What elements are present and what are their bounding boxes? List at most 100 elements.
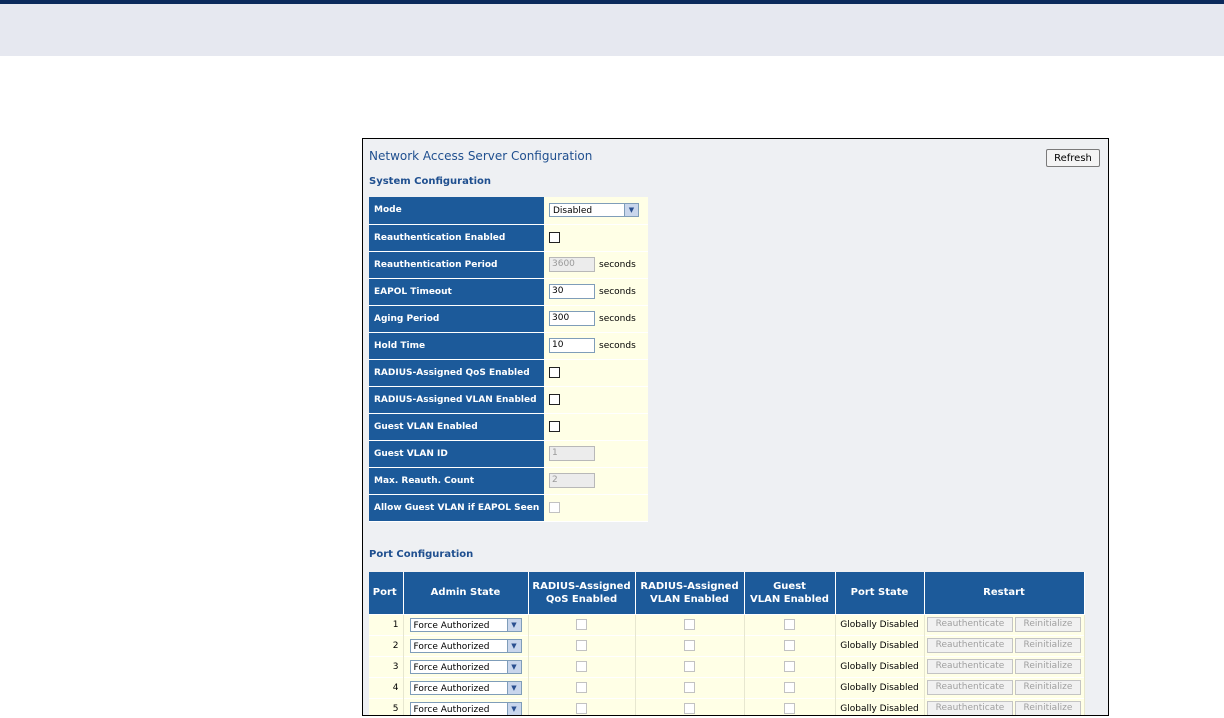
port-state: Globally Disabled (835, 655, 925, 677)
reauthenticate-button[interactable]: Reauthenticate (927, 638, 1013, 653)
reauth-enabled-label: Reauthentication Enabled (369, 224, 544, 252)
reinitialize-button[interactable]: Reinitialize (1015, 701, 1081, 715)
row-guest-vlan-id: Guest VLAN ID 1 (369, 440, 648, 468)
port-radius-qos-checkbox[interactable] (576, 703, 587, 715)
system-section-title: System Configuration (369, 176, 492, 187)
mode-label: Mode (369, 197, 544, 225)
hold-time-label: Hold Time (369, 332, 544, 360)
reauth-period-input[interactable]: 3600 (549, 257, 595, 272)
system-config-table: Mode Disabled ▼ Reauthentication Enabled … (369, 197, 648, 522)
col-radius-vlan: RADIUS-Assigned VLAN Enabled (635, 572, 745, 614)
header-band (0, 4, 1224, 56)
mode-select[interactable]: Disabled ▼ (549, 203, 639, 218)
port-number: 2 (369, 634, 404, 656)
reinitialize-button[interactable]: Reinitialize (1015, 638, 1081, 653)
port-radius-qos-checkbox[interactable] (576, 619, 587, 630)
guest-vlan-id-label: Guest VLAN ID (369, 440, 544, 468)
row-reauth-enabled: Reauthentication Enabled (369, 224, 648, 252)
port-state: Globally Disabled (835, 676, 925, 698)
admin-state-select[interactable]: Force Authorized ▼ (409, 617, 522, 632)
port-number: 1 (369, 613, 404, 635)
port-radius-vlan-checkbox[interactable] (684, 619, 695, 630)
port-number: 4 (369, 676, 404, 698)
chevron-down-icon: ▼ (506, 681, 521, 694)
allow-guest-checkbox[interactable] (549, 502, 560, 513)
port-radius-vlan-checkbox[interactable] (684, 640, 695, 651)
radius-vlan-checkbox[interactable] (549, 394, 560, 405)
col-port: Port (369, 572, 404, 614)
chevron-down-icon: ▼ (506, 618, 521, 631)
port-config-table: Port Admin State RADIUS-Assigned QoS Enab… (369, 572, 1085, 715)
row-guest-vlan-enabled: Guest VLAN Enabled (369, 413, 648, 441)
reauthenticate-button[interactable]: Reauthenticate (927, 680, 1013, 695)
port-state: Globally Disabled (835, 634, 925, 656)
guest-vlan-enabled-checkbox[interactable] (549, 421, 560, 432)
aging-period-label: Aging Period (369, 305, 544, 333)
col-guest-vlan: Guest VLAN Enabled (744, 572, 836, 614)
chevron-down-icon: ▼ (506, 702, 521, 715)
port-header-row: Port Admin State RADIUS-Assigned QoS Enab… (369, 572, 1085, 614)
port-number: 5 (369, 697, 404, 715)
admin-state-select[interactable]: Force Authorized ▼ (409, 638, 522, 653)
refresh-button[interactable]: Refresh (1046, 149, 1100, 167)
col-restart: Restart (924, 572, 1085, 614)
eapol-timeout-unit: seconds (599, 287, 636, 297)
port-guest-vlan-checkbox[interactable] (784, 703, 795, 715)
reinitialize-button[interactable]: Reinitialize (1015, 680, 1081, 695)
port-state: Globally Disabled (835, 697, 925, 715)
port-guest-vlan-checkbox[interactable] (784, 640, 795, 651)
reinitialize-button[interactable]: Reinitialize (1015, 659, 1081, 674)
row-eapol-timeout: EAPOL Timeout 30 seconds (369, 278, 648, 306)
chevron-down-icon: ▼ (506, 660, 521, 673)
col-port-state: Port State (835, 572, 925, 614)
row-allow-guest: Allow Guest VLAN if EAPOL Seen (369, 494, 648, 522)
reauthenticate-button[interactable]: Reauthenticate (927, 659, 1013, 674)
reauthenticate-button[interactable]: Reauthenticate (927, 617, 1013, 632)
row-reauth-period: Reauthentication Period 3600 seconds (369, 251, 648, 279)
hold-time-unit: seconds (599, 341, 636, 351)
chevron-down-icon: ▼ (506, 639, 521, 652)
chevron-down-icon: ▼ (624, 204, 638, 217)
aging-period-unit: seconds (599, 314, 636, 324)
reauth-enabled-checkbox[interactable] (549, 232, 560, 243)
reauthenticate-button[interactable]: Reauthenticate (927, 701, 1013, 715)
guest-vlan-id-input[interactable]: 1 (549, 446, 595, 461)
radius-qos-checkbox[interactable] (549, 367, 560, 378)
reinitialize-button[interactable]: Reinitialize (1015, 617, 1081, 632)
table-row: 5 Force Authorized ▼ Globally Disabled Re… (369, 697, 1085, 715)
radius-vlan-label: RADIUS-Assigned VLAN Enabled (369, 386, 544, 414)
row-mode: Mode Disabled ▼ (369, 197, 648, 225)
reauth-period-label: Reauthentication Period (369, 251, 544, 279)
eapol-timeout-input[interactable]: 30 (549, 284, 595, 299)
admin-state-select[interactable]: Force Authorized ▼ (409, 701, 522, 715)
port-radius-qos-checkbox[interactable] (576, 640, 587, 651)
admin-state-select[interactable]: Force Authorized ▼ (409, 680, 522, 695)
port-radius-vlan-checkbox[interactable] (684, 703, 695, 715)
port-guest-vlan-checkbox[interactable] (784, 661, 795, 672)
reauth-period-unit: seconds (599, 260, 636, 270)
port-state: Globally Disabled (835, 613, 925, 635)
port-radius-qos-checkbox[interactable] (576, 682, 587, 693)
port-number: 3 (369, 655, 404, 677)
col-admin-state: Admin State (403, 572, 529, 614)
row-hold-time: Hold Time 10 seconds (369, 332, 648, 360)
radius-qos-label: RADIUS-Assigned QoS Enabled (369, 359, 544, 387)
row-radius-vlan: RADIUS-Assigned VLAN Enabled (369, 386, 648, 414)
hold-time-input[interactable]: 10 (549, 338, 595, 353)
table-row: 1 Force Authorized ▼ Globally Disabled Re… (369, 613, 1085, 635)
row-aging-period: Aging Period 300 seconds (369, 305, 648, 333)
aging-period-input[interactable]: 300 (549, 311, 595, 326)
admin-state-select[interactable]: Force Authorized ▼ (409, 659, 522, 674)
port-guest-vlan-checkbox[interactable] (784, 682, 795, 693)
table-row: 3 Force Authorized ▼ Globally Disabled Re… (369, 655, 1085, 677)
eapol-timeout-label: EAPOL Timeout (369, 278, 544, 306)
max-reauth-input[interactable]: 2 (549, 473, 595, 488)
table-row: 2 Force Authorized ▼ Globally Disabled Re… (369, 634, 1085, 656)
port-radius-vlan-checkbox[interactable] (684, 682, 695, 693)
nas-config-panel: Network Access Server Configuration Refr… (362, 138, 1109, 716)
table-row: 4 Force Authorized ▼ Globally Disabled Re… (369, 676, 1085, 698)
port-radius-vlan-checkbox[interactable] (684, 661, 695, 672)
port-radius-qos-checkbox[interactable] (576, 661, 587, 672)
port-guest-vlan-checkbox[interactable] (784, 619, 795, 630)
row-max-reauth: Max. Reauth. Count 2 (369, 467, 648, 495)
